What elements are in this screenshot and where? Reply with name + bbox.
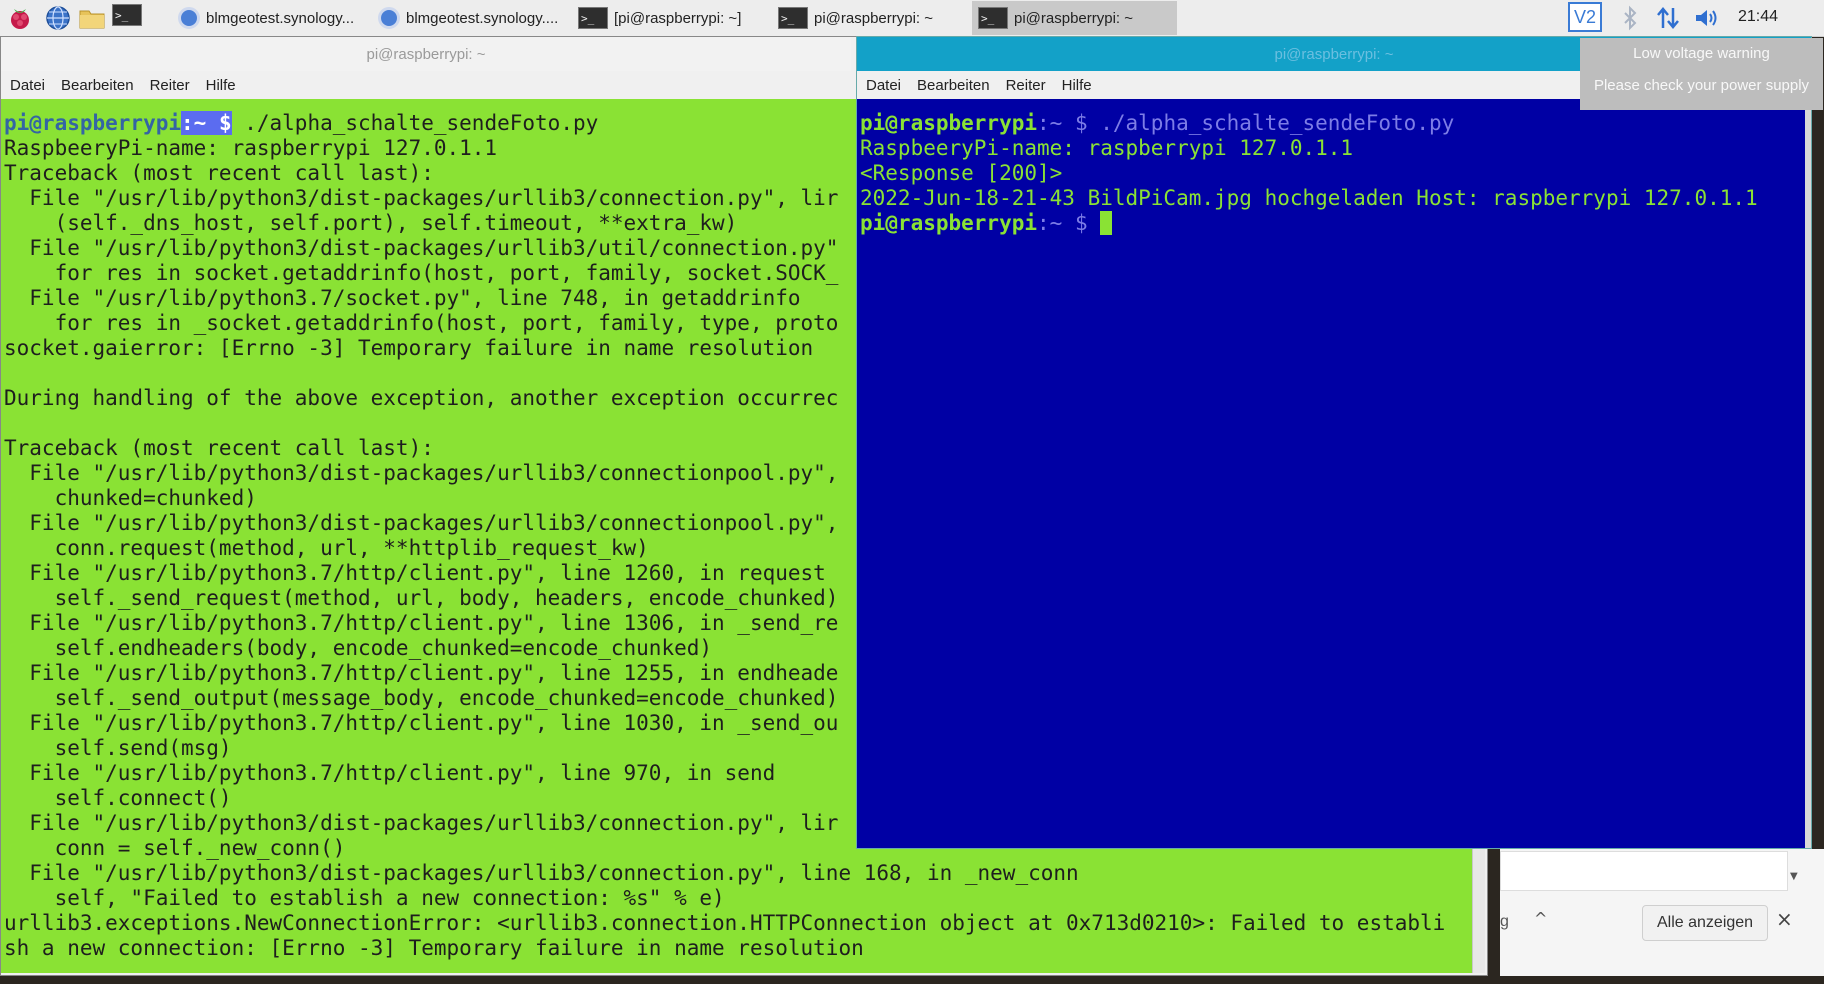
- prompt-command: ./alpha_schalte_sendeFoto.py: [231, 111, 599, 135]
- taskbar: >_ blmgeotest.synology... blmgeotest.syn…: [0, 0, 1824, 37]
- browser-input-strip: [1500, 851, 1788, 891]
- text-cursor: [1100, 211, 1113, 235]
- task-label: blmgeotest.synology....: [406, 9, 559, 27]
- menu-bearbeiten[interactable]: Bearbeiten: [917, 77, 990, 94]
- volume-icon[interactable]: [1692, 4, 1720, 32]
- terminal-glyph: >_: [112, 4, 142, 26]
- output-line: sh a new connection: [Errno -3] Temporar…: [4, 936, 864, 960]
- web-browser-globe-icon[interactable]: [44, 4, 72, 32]
- scrollbar[interactable]: [1805, 99, 1811, 848]
- output-line: self, "Failed to establish a new connect…: [4, 886, 725, 910]
- chevron-up-icon[interactable]: ^: [1534, 909, 1547, 928]
- prompt-line: pi@raspberrypi:~ $ ./alpha_schalte_sende…: [860, 111, 1807, 136]
- task-browser-1[interactable]: blmgeotest.synology...: [172, 1, 370, 35]
- show-all-button[interactable]: Alle anzeigen: [1642, 905, 1769, 941]
- task-terminal-1[interactable]: >_ [pi@raspberrypi: ~]: [572, 1, 770, 35]
- window-titlebar[interactable]: pi@raspberrypi: ~: [1, 37, 851, 71]
- low-voltage-notification[interactable]: Low voltage warning Please check your po…: [1580, 38, 1823, 110]
- terminal-icon: >_: [778, 7, 808, 29]
- output-line: 2022-Jun-18-21-43 BildPiCam.jpg hochgela…: [860, 186, 1758, 210]
- prompt-user: pi@raspberrypi: [4, 111, 182, 135]
- clock[interactable]: 21:44: [1738, 8, 1778, 26]
- output-line: File "/usr/lib/python3/dist-packages/url…: [4, 861, 1079, 885]
- prompt-user: pi@raspberrypi: [860, 111, 1038, 135]
- output-line: <Response [200]>: [860, 161, 1063, 185]
- close-icon[interactable]: ×: [1776, 907, 1793, 931]
- prompt-path-selected: :~ $: [181, 111, 232, 135]
- prompt-user: pi@raspberrypi: [860, 211, 1038, 235]
- prompt-line: pi@raspberrypi:~ $: [860, 211, 1807, 236]
- window-title: pi@raspberrypi: ~: [1274, 45, 1394, 63]
- task-terminal-3[interactable]: >_ pi@raspberrypi: ~: [972, 1, 1177, 35]
- browser-icon: [178, 7, 200, 29]
- vnc-icon[interactable]: V2: [1568, 2, 1602, 32]
- notification-title: Low voltage warning: [1633, 45, 1770, 62]
- network-arrows-icon[interactable]: [1654, 4, 1682, 32]
- menu-datei[interactable]: Datei: [10, 77, 45, 94]
- menu-reiter[interactable]: Reiter: [1006, 77, 1046, 94]
- menu-bearbeiten[interactable]: Bearbeiten: [61, 77, 134, 94]
- output-line: RaspbeeryPi-name: raspberrypi 127.0.1.1: [860, 136, 1354, 160]
- browser-download-bar: ▼ g ^ Alle anzeigen ×: [1500, 849, 1824, 976]
- scroll-down-arrow-icon[interactable]: ▼: [1790, 871, 1798, 882]
- task-browser-2[interactable]: blmgeotest.synology....: [372, 1, 570, 35]
- menu-datei[interactable]: Datei: [866, 77, 901, 94]
- prompt-command: ./alpha_schalte_sendeFoto.py: [1087, 111, 1455, 135]
- terminal-icon: >_: [978, 7, 1008, 29]
- terminal-icon: >_: [578, 7, 608, 29]
- prompt-path: :~ $: [1037, 211, 1101, 235]
- output-line: urllib3.exceptions.NewConnectionError: <…: [4, 911, 1446, 935]
- notification-message: Please check your power supply: [1593, 77, 1810, 94]
- menu-hilfe[interactable]: Hilfe: [206, 77, 236, 94]
- file-manager-folder-icon[interactable]: [78, 4, 106, 32]
- terminal-output[interactable]: pi@raspberrypi:~ $ ./alpha_schalte_sende…: [857, 99, 1807, 848]
- task-label: pi@raspberrypi: ~: [1014, 9, 1134, 27]
- raspberry-menu-icon[interactable]: [6, 4, 34, 32]
- task-label: pi@raspberrypi: ~: [814, 9, 934, 27]
- menu-hilfe[interactable]: Hilfe: [1062, 77, 1092, 94]
- task-label: [pi@raspberrypi: ~]: [614, 9, 742, 27]
- terminal-launcher-icon[interactable]: >_: [112, 4, 142, 32]
- task-label: blmgeotest.synology...: [206, 9, 355, 27]
- download-item-text[interactable]: g: [1500, 913, 1509, 931]
- bluetooth-icon[interactable]: [1616, 4, 1644, 32]
- vnc-label: V2: [1573, 7, 1597, 27]
- browser-icon: [378, 7, 400, 29]
- prompt-path: :~ $: [1037, 111, 1088, 135]
- task-terminal-2[interactable]: >_ pi@raspberrypi: ~: [772, 1, 970, 35]
- menu-reiter[interactable]: Reiter: [150, 77, 190, 94]
- window-title: pi@raspberrypi: ~: [366, 45, 486, 63]
- terminal-window-right: pi@raspberrypi: ~ Datei Bearbeiten Reite…: [856, 36, 1812, 849]
